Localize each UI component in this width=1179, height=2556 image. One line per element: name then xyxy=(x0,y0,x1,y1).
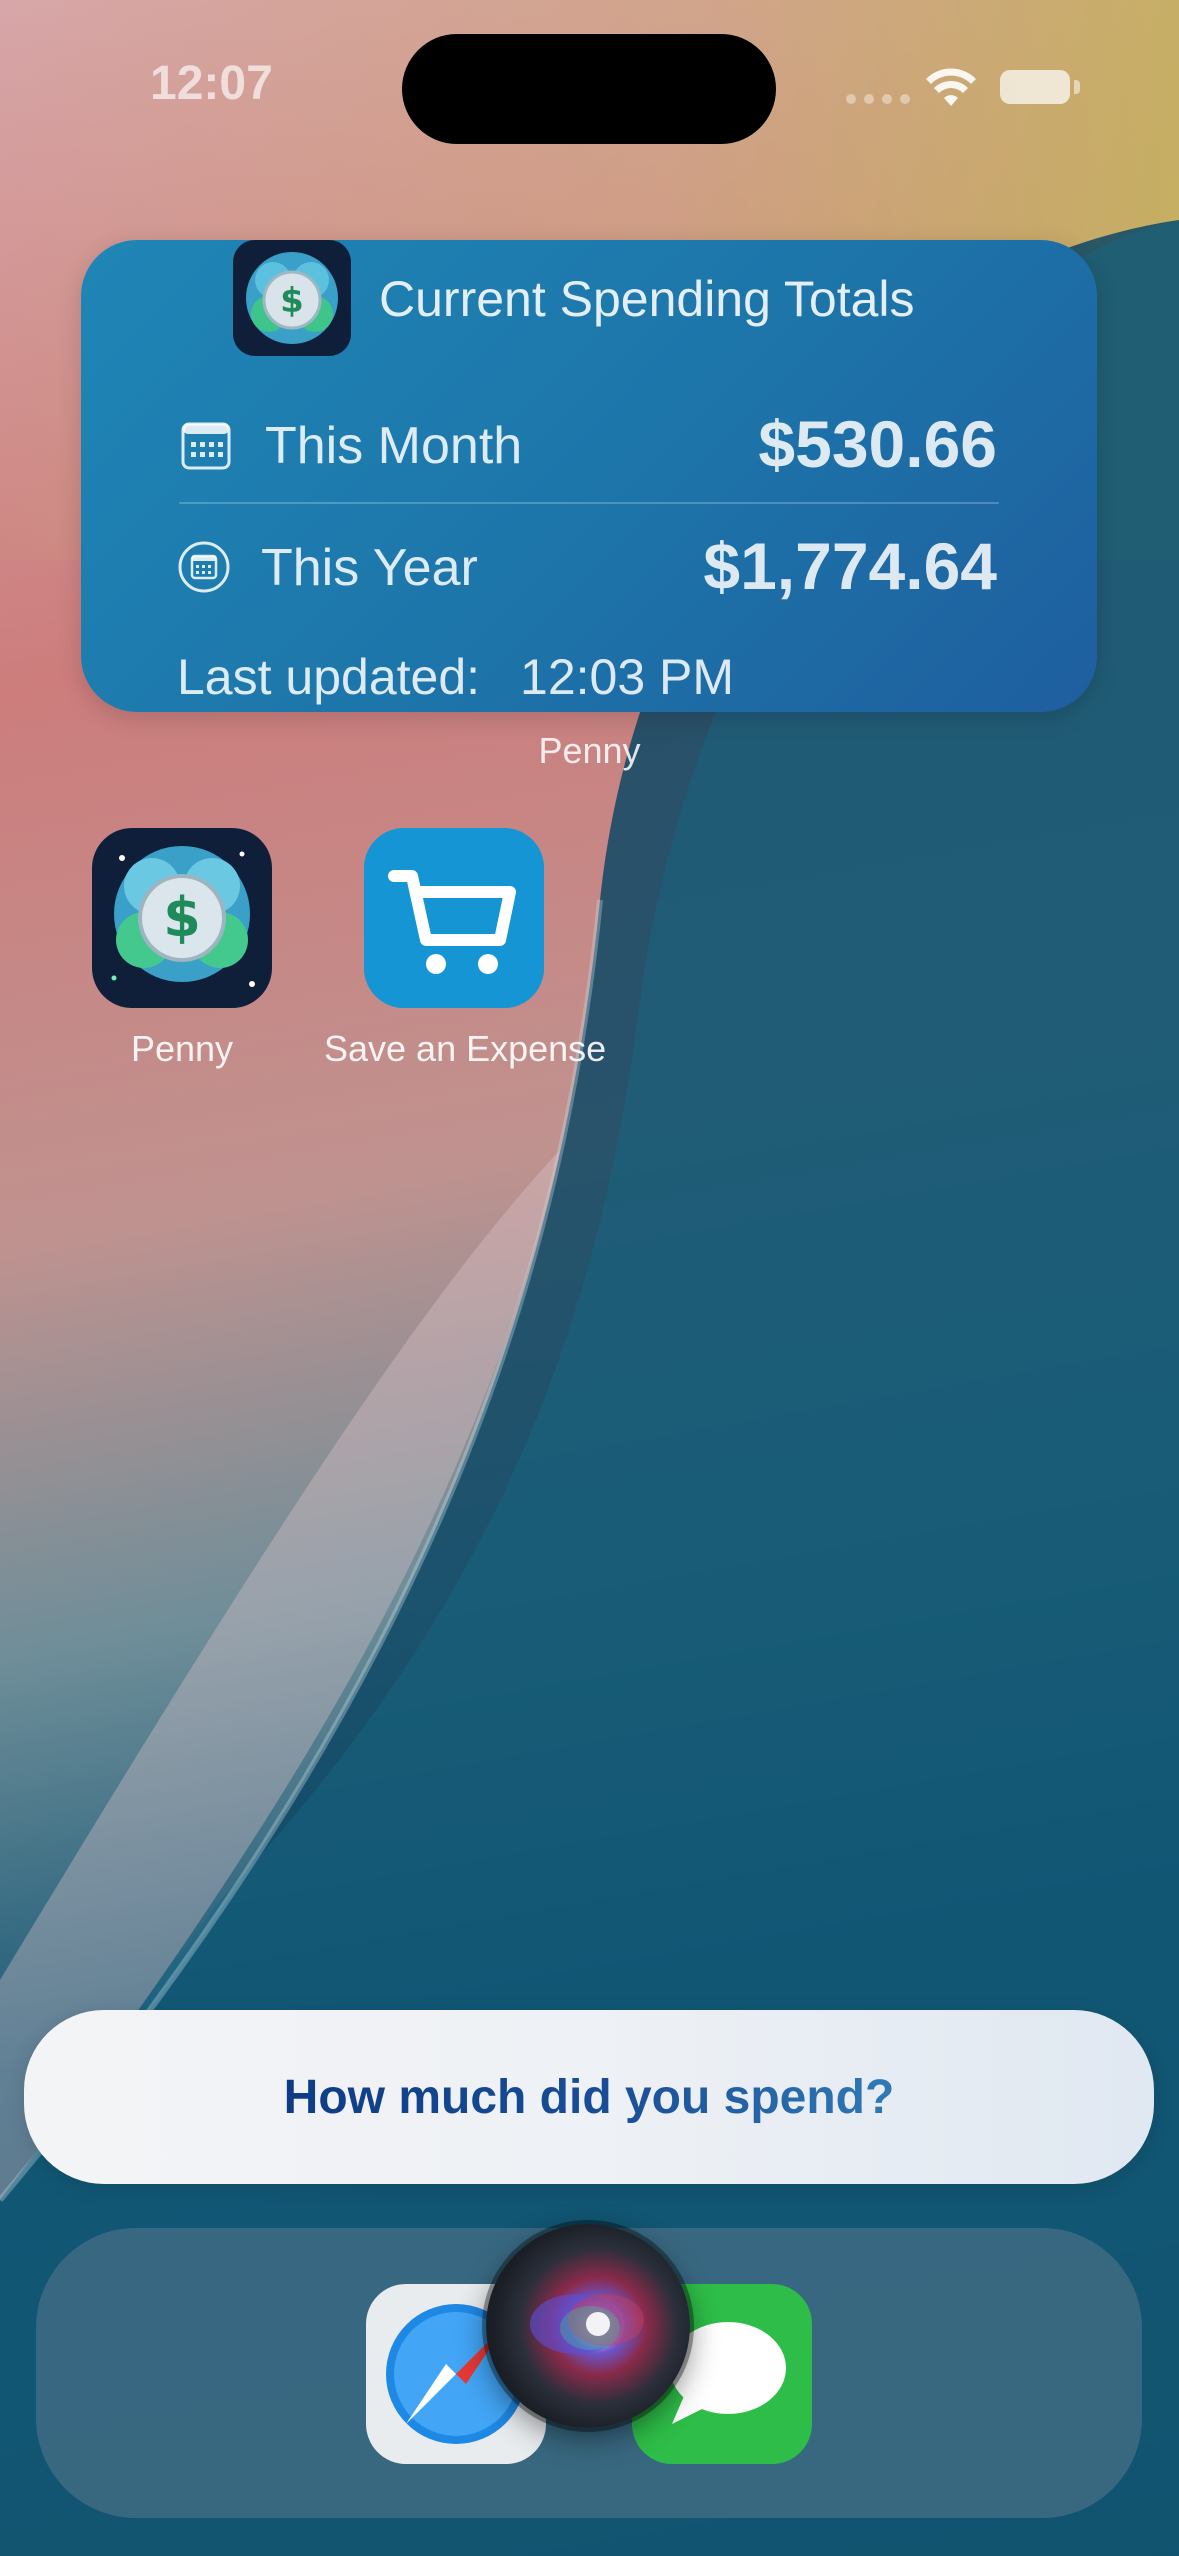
last-updated-label: Last updated: xyxy=(177,649,481,705)
app-save-an-expense[interactable]: Save an Expense xyxy=(324,828,607,1070)
shopping-cart-icon xyxy=(364,828,544,1008)
siri-response-bubble[interactable]: How much did you spend? xyxy=(24,2010,1154,2184)
app-label-penny: Penny xyxy=(130,1028,234,1069)
cellular-signal-icon xyxy=(846,94,910,104)
calendar-icon xyxy=(181,422,231,470)
widget-caption: Penny xyxy=(538,730,641,771)
app-penny[interactable]: $ Penny xyxy=(52,828,312,1070)
spending-widget[interactable]: $ Current Spending Totals This Month $53… xyxy=(81,240,1097,712)
penny-brain-dollar-icon: $ xyxy=(233,240,351,356)
this-year-label: This Year xyxy=(261,539,478,597)
status-time: 12:07 xyxy=(150,57,273,110)
app-label-save-an-expense: Save an Expense xyxy=(324,1028,607,1069)
status-bar: 12:07 xyxy=(0,0,1179,170)
this-month-label: This Month xyxy=(265,417,523,475)
battery-icon xyxy=(1000,70,1070,104)
widget-title: Current Spending Totals xyxy=(379,271,915,327)
svg-text:$: $ xyxy=(280,281,304,321)
widget-divider xyxy=(179,502,999,504)
calendar-circle-icon xyxy=(178,541,230,593)
svg-text:$: $ xyxy=(163,886,201,949)
penny-brain-dollar-icon: $ xyxy=(92,828,272,1008)
this-month-value: $530.66 xyxy=(758,407,997,481)
dynamic-island xyxy=(402,34,776,144)
battery-cap xyxy=(1074,80,1080,94)
this-year-value: $1,774.64 xyxy=(703,529,997,603)
siri-orb-icon[interactable] xyxy=(486,2224,690,2428)
last-updated-time: 12:03 PM xyxy=(520,649,735,705)
wifi-icon xyxy=(926,68,976,106)
siri-prompt-text: How much did you spend? xyxy=(283,2070,895,2124)
last-updated: Last updated: 12:03 PM xyxy=(177,648,734,706)
